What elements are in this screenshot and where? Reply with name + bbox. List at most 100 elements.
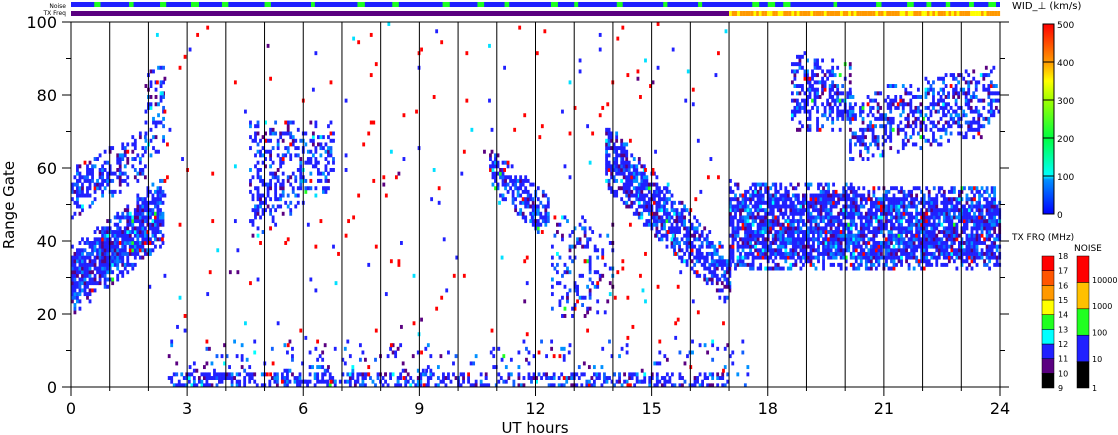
echo-cell: [670, 226, 674, 231]
echo-cell: [995, 233, 999, 238]
echo-cell: [228, 365, 231, 370]
echo-cell: [539, 215, 543, 220]
echo-cell: [444, 376, 448, 380]
echo-cell: [739, 200, 742, 205]
echo-cell: [819, 215, 823, 220]
echo-cell: [842, 251, 846, 256]
echo-cell: [106, 277, 110, 282]
echo-cell: [289, 208, 293, 213]
echo-cell: [98, 255, 102, 260]
echo-cell: [892, 197, 896, 202]
echo-cell: [809, 255, 813, 260]
echo-cell: [637, 211, 641, 216]
echo-cell: [491, 160, 495, 165]
echo-cell: [827, 208, 830, 213]
echo-cell: [716, 346, 720, 351]
echo-cell: [749, 193, 752, 198]
echo-cell: [576, 237, 579, 242]
echo-cell: [101, 182, 105, 187]
echo-cell: [929, 84, 933, 88]
echo-cell: [786, 189, 790, 194]
echo-cell: [152, 69, 155, 74]
echo-cell: [509, 186, 512, 191]
echo-cell: [827, 255, 830, 260]
echo-cell: [319, 171, 323, 176]
echo-cell: [86, 237, 89, 242]
echo-cell: [625, 164, 629, 169]
echo-cell: [769, 241, 773, 245]
echo-cell: [829, 211, 833, 216]
echo-cell: [583, 295, 587, 300]
echo-cell: [521, 182, 525, 187]
echo-cell: [897, 208, 901, 213]
echo-cell: [286, 175, 290, 180]
echo-cell: [849, 157, 852, 161]
echo-cell: [974, 84, 978, 88]
echo-cell: [857, 266, 861, 271]
echo-cell: [915, 211, 919, 216]
echo-cell: [812, 241, 815, 245]
echo-cell: [885, 251, 888, 256]
echo-cell: [876, 138, 880, 143]
echo-cell: [600, 365, 604, 370]
echo-cell: [76, 186, 79, 191]
echo-cell: [922, 248, 926, 253]
echo-cell: [910, 230, 914, 234]
echo-cell: [700, 255, 704, 260]
echo-cell: [299, 168, 303, 172]
echo-cell: [364, 376, 367, 380]
echo-cell: [756, 193, 760, 198]
echo-cell: [673, 248, 676, 253]
echo-cell: [116, 262, 120, 267]
echo-cell: [582, 372, 586, 377]
echo-cell: [841, 91, 845, 96]
echo-cell: [935, 244, 939, 249]
echo-cell: [647, 197, 651, 202]
echo-cell: [652, 211, 656, 216]
echo-cell: [143, 241, 147, 245]
echo-cell: [942, 215, 946, 220]
echo-cell: [736, 244, 740, 249]
echo-cell: [680, 219, 684, 224]
noise-bar-segment: [663, 2, 668, 7]
echo-cell: [817, 230, 820, 234]
echo-cell: [103, 277, 107, 282]
echo-cell: [793, 76, 797, 81]
echo-cell: [256, 120, 260, 125]
echo-cell: [665, 244, 669, 249]
echo-cell: [807, 226, 810, 231]
echo-cell: [794, 262, 798, 267]
echo-cell: [86, 295, 89, 300]
echo-cell: [716, 372, 720, 377]
echo-cell: [965, 211, 969, 216]
echo-cell: [909, 91, 913, 96]
noise-bar-segment: [752, 2, 760, 7]
echo-cell: [983, 204, 986, 209]
echo-cell: [81, 259, 84, 264]
echo-cell: [566, 270, 569, 275]
echo-cell: [849, 149, 852, 154]
echo-cell: [497, 379, 501, 384]
echo-cell: [98, 237, 102, 242]
echo-cell: [170, 343, 174, 348]
echo-cell: [927, 87, 930, 92]
echo-cell: [811, 87, 814, 92]
echo-cell: [821, 91, 824, 96]
echo-cell: [563, 284, 567, 289]
echo-cell: [828, 84, 832, 88]
echo-cell: [144, 146, 148, 151]
freq-bar-segment: [943, 11, 946, 16]
echo-cell: [149, 84, 153, 88]
echo-cell: [106, 241, 110, 245]
echo-cell: [932, 237, 936, 242]
noise-bar-segment: [616, 2, 623, 7]
echo-cell: [281, 189, 285, 194]
echo-cell: [802, 241, 805, 245]
echo-cell: [982, 124, 986, 129]
echo-cell: [519, 175, 523, 180]
echo-cell: [808, 124, 812, 129]
echo-cell: [864, 219, 868, 224]
echo-cell: [504, 178, 507, 183]
echo-cell: [281, 211, 285, 216]
echo-cell: [989, 113, 993, 118]
